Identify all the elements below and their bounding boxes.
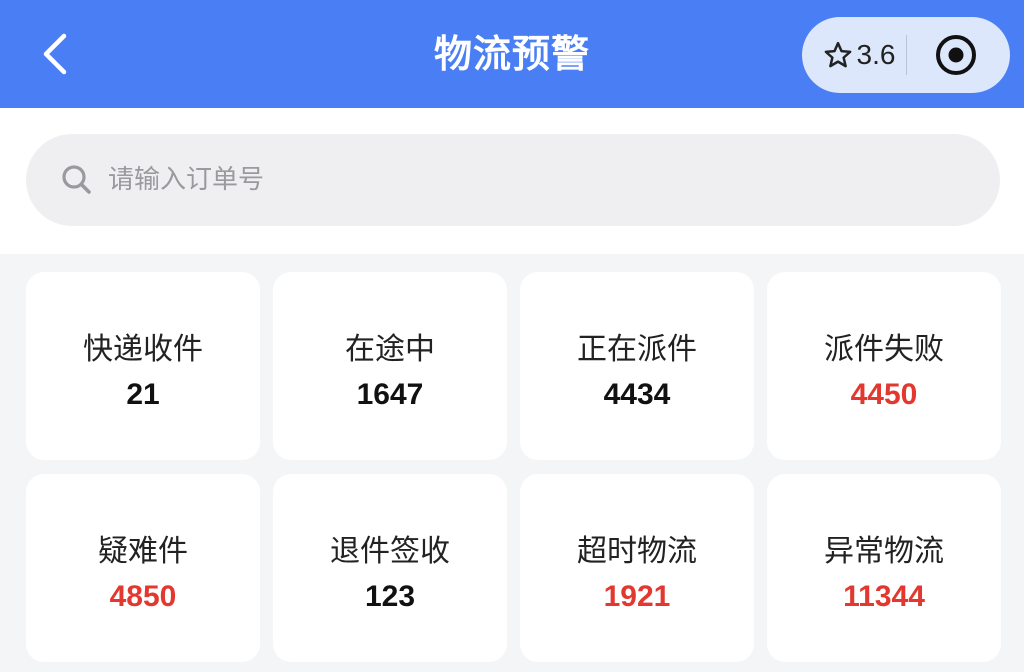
card-label: 正在派件	[577, 332, 697, 367]
card-count: 123	[364, 580, 416, 613]
card-count: 21	[126, 378, 160, 411]
card-label: 快递收件	[83, 332, 203, 367]
card-count: 4850	[109, 580, 177, 613]
card-count: 4434	[603, 378, 671, 411]
target-icon	[934, 35, 978, 81]
mini-program-capsule: 3.6	[802, 17, 1010, 93]
card-delivery-failed[interactable]: 派件失败 4450	[767, 272, 1001, 460]
card-count: 1921	[603, 580, 671, 613]
card-count: 4450	[850, 378, 918, 411]
chevron-left-icon	[30, 24, 86, 84]
card-in-transit[interactable]: 在途中 1647	[273, 272, 507, 460]
card-count: 11344	[843, 580, 925, 613]
header-bar: 物流预警 3.6	[0, 0, 1024, 108]
card-express-pickup[interactable]: 快递收件 21	[26, 272, 260, 460]
card-label: 异常物流	[824, 534, 944, 569]
close-mini-program-button[interactable]	[934, 33, 978, 77]
search-section	[0, 108, 1024, 254]
rating-button[interactable]: 3.6	[814, 17, 904, 93]
search-bar[interactable]	[26, 134, 1000, 226]
card-return-signed[interactable]: 退件签收 123	[273, 474, 507, 662]
card-label: 派件失败	[824, 332, 944, 367]
card-label: 超时物流	[577, 534, 697, 569]
back-button[interactable]	[30, 24, 86, 84]
rating-value: 3.6	[856, 39, 896, 70]
card-label: 退件签收	[330, 534, 450, 569]
card-delivering[interactable]: 正在派件 4434	[520, 272, 754, 460]
card-overdue-logistics[interactable]: 超时物流 1921	[520, 474, 754, 662]
card-label: 疑难件	[98, 534, 188, 569]
order-number-search-input[interactable]	[106, 164, 930, 196]
card-abnormal-logistics[interactable]: 异常物流 11344	[767, 474, 1001, 662]
card-label: 在途中	[345, 332, 435, 367]
card-count: 1647	[356, 378, 424, 411]
search-icon	[60, 163, 94, 197]
card-problem-parcel[interactable]: 疑难件 4850	[26, 474, 260, 662]
star-outline-icon	[823, 40, 857, 70]
capsule-divider	[906, 35, 907, 75]
